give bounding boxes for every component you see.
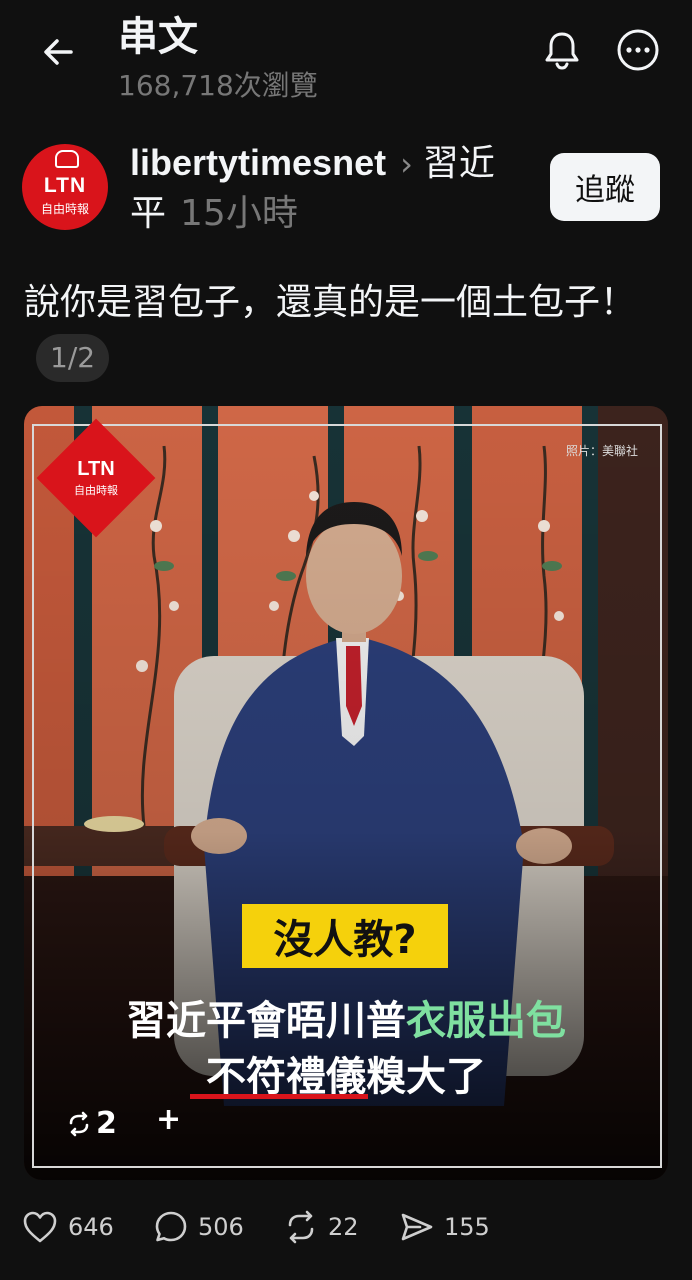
post-image[interactable]: 照片：美聯社 LTN 自由時報 沒人教? 習近平會晤川普衣服出包 不符禮儀糗大了… [24,406,668,1180]
ltn-emblem-icon [55,150,79,168]
reply-count: 506 [198,1213,244,1241]
red-underline [190,1094,368,1099]
like-button[interactable]: 646 [22,1202,114,1252]
reply-button[interactable]: 506 [154,1202,244,1252]
heart-icon [23,1211,57,1243]
avatar-logo-sub: 自由時報 [40,202,89,216]
more-horizontal-icon [617,29,659,71]
share-button[interactable]: 155 [400,1202,490,1252]
photo-credit: 照片：美聯社 [565,444,638,458]
avatar[interactable]: LTN 自由時報 [22,144,108,230]
ltn-badge-text: LTN [77,458,115,480]
headline-green: 衣服出包 [406,998,566,1044]
image-repost-count: 2 [96,1106,117,1141]
view-count: 168,718次瀏覽 [118,69,318,102]
page-indicator: 1/2 [36,334,110,382]
bell-icon [545,32,579,70]
post-text: 說你是習包子，還真的是一個土包子！ 1/2 [24,276,664,384]
plus-button[interactable]: + [156,1102,181,1137]
avatar-logo-text: LTN [43,174,87,197]
top-bar: 串文 168,718次瀏覽 [0,0,692,120]
chevron-right-icon: › [400,145,413,183]
back-button[interactable] [36,30,80,74]
repost-icon [69,1111,89,1136]
share-count: 155 [444,1213,490,1241]
repost-button[interactable]: 22 [284,1202,359,1252]
ltn-badge-sub: 自由時報 [74,484,118,497]
page-title: 串文 [118,14,198,60]
send-icon [401,1213,433,1241]
highlight-box: 沒人教? [242,904,448,968]
like-count: 646 [68,1213,114,1241]
headline-white: 習近平會晤川普 [126,998,406,1044]
more-options-button[interactable] [614,26,662,74]
author-line: libertytimesnet › 習近平 15小時 [130,138,530,239]
notifications-button[interactable] [538,26,586,74]
headline-line-1: 習近平會晤川普衣服出包 [24,988,668,1046]
author-name[interactable]: libertytimesnet [130,142,386,183]
follow-button[interactable]: 追蹤 [550,153,660,221]
post-body: 說你是習包子，還真的是一個土包子！ [24,282,637,323]
comment-icon [155,1211,187,1242]
action-bar: 646 506 22 155 [22,1202,682,1252]
image-repost-indicator: 2 [66,1106,117,1141]
arrow-left-icon [44,39,73,65]
repost-count: 22 [328,1213,359,1241]
post-time: 15小時 [180,193,298,234]
repost-icon [288,1210,314,1244]
